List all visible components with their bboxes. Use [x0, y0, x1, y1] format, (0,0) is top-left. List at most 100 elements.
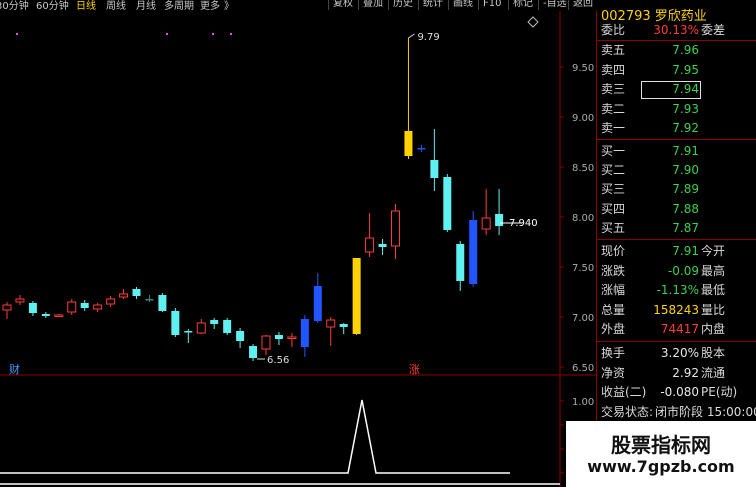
stat2-row-1-value: 2.92 [672, 365, 699, 380]
low-label: 6.56 [267, 355, 289, 366]
candle-body [430, 160, 439, 178]
stat2-row-0-label: 换手 [601, 346, 626, 360]
ask-row-2-label: 卖四 [601, 62, 626, 77]
candle-body [469, 220, 478, 284]
candle-body [236, 331, 245, 341]
candle-body [365, 237, 375, 253]
stat2-row-0-label2: 股本 [701, 346, 726, 360]
candle-body [249, 346, 258, 358]
bid-row-1-label: 买一 [601, 144, 626, 158]
signal-dot [212, 33, 214, 35]
stat-row-0-value: 7.91 [672, 244, 699, 258]
candle-body [417, 148, 426, 150]
candle-body [41, 314, 50, 316]
stat-row-0: 现价 7.91 今开 [597, 242, 756, 260]
stat2-row-2-label: 收益(二) [601, 385, 647, 399]
candle-body [391, 210, 400, 247]
ask-row-4: 卖二 7.93 [597, 100, 756, 118]
candle-body [145, 299, 154, 301]
bid-row-5: 买五 7.87 [597, 219, 756, 237]
marker-cai: 财 [9, 362, 20, 376]
ask-row-2: 卖四 7.95 [597, 61, 756, 79]
candle-body [313, 286, 322, 321]
tab-period-0[interactable]: 30分钟 [0, 0, 29, 11]
stat-row-3-label2: 量比 [701, 302, 726, 317]
candle-body [2, 304, 12, 311]
bid-row-3-value: 7.89 [672, 182, 699, 197]
candle-body [196, 322, 206, 334]
tab-period-5[interactable]: 多周期 [164, 0, 194, 11]
toolbar-button-5[interactable]: F10 [478, 0, 505, 10]
stat-row-3-label: 总量 [601, 302, 626, 317]
candle-body [481, 217, 491, 230]
candle-body [158, 295, 167, 311]
lower-y-tick-label: 1.00 [572, 397, 594, 408]
y-tick-label: 8.50 [572, 163, 594, 174]
divider [597, 341, 756, 342]
indicator-line [0, 399, 510, 474]
ask-row-5: 卖一 7.92 [597, 119, 756, 137]
divider [597, 139, 756, 140]
toolbar-button-0[interactable]: 复权 [328, 0, 357, 10]
stat-row-3-value: 158243 [653, 302, 699, 317]
stat-row-3: 总量 158243 量比 [597, 301, 756, 319]
candle-body [80, 303, 89, 308]
ask-row-4-label: 卖二 [601, 101, 626, 116]
ask-row-4-value: 7.93 [672, 101, 699, 116]
bid-row-1: 买一 7.91 [597, 142, 756, 160]
candle-body [15, 298, 25, 303]
current-price-label: 7.940 [509, 218, 538, 229]
stat-row-2-value: -1.13% [656, 283, 699, 297]
stat-row-2: 涨幅 -1.13% 最低 [597, 281, 756, 299]
weibi-row: 委比 30.13% 委差 [597, 21, 756, 39]
toolbar-button-6[interactable]: 标记 [508, 0, 537, 10]
toolbar-button-8[interactable]: 返回 [568, 0, 597, 10]
toolbar-button-1[interactable]: 叠加 [358, 0, 387, 10]
stat-row-1: 涨跌 -0.09 最高 [597, 262, 756, 280]
bid-row-5-label: 买五 [601, 220, 626, 235]
stat2-row-2-value: -0.080 [660, 385, 699, 399]
tab-period-1[interactable]: 60分钟 [36, 0, 69, 11]
y-tick-label: 7.00 [572, 313, 594, 324]
tab-period-3[interactable]: 周线 [106, 0, 126, 11]
candle-body [378, 244, 387, 247]
candle-body [54, 314, 64, 317]
tab-period-2[interactable]: 日线 [76, 0, 96, 11]
trade-status-label: 交易状态: [601, 405, 654, 419]
candle-body [326, 319, 336, 328]
stat-row-4-label: 外盘 [601, 322, 626, 336]
high-pointer [408, 33, 415, 39]
high-label: 9.79 [417, 32, 439, 43]
tab-period-4[interactable]: 月线 [136, 0, 156, 11]
bid-row-5-value: 7.87 [672, 220, 699, 235]
stat-row-4: 外盘 74417 内盘 [597, 320, 756, 338]
candle-body [443, 177, 452, 230]
signal-dot [16, 33, 18, 35]
candle-body [456, 244, 465, 281]
candle-body [223, 320, 232, 333]
tab-period-6[interactable]: 更多 [200, 0, 220, 11]
bid-row-4-value: 7.88 [672, 201, 699, 216]
candle-body [274, 335, 283, 339]
tab-period-7[interactable]: 》 [224, 0, 234, 11]
candle-body [132, 289, 141, 296]
kline-chart[interactable]: 9.509.008.508.007.507.006.501.000.750.50… [0, 11, 596, 487]
candle-body [93, 304, 103, 310]
candle-body [300, 319, 309, 347]
weibi-row-value: 30.13% [653, 23, 699, 37]
bid-row-4-label: 买四 [601, 201, 626, 216]
y-tick-label: 9.50 [572, 63, 594, 74]
watermark: 股票指标网 www.7gpzb.com [566, 421, 756, 487]
toolbar-button-2[interactable]: 历史 [388, 0, 417, 10]
trade-status-row: 交易状态: 闭市阶段 15:00:00 [597, 403, 756, 421]
trade-status-value: 闭市阶段 15:00:00 [655, 405, 756, 419]
y-tick-label: 7.50 [572, 263, 594, 274]
toolbar-button-4[interactable]: 画线 [448, 0, 477, 10]
candle-body [28, 303, 37, 313]
toolbar-button-3[interactable]: 统计 [418, 0, 447, 10]
candle-body [404, 131, 413, 156]
stat2-row-0-value: 3.20% [660, 346, 699, 360]
bid-row-1-value: 7.91 [672, 144, 699, 158]
diamond-icon [527, 16, 539, 28]
toolbar-button-7[interactable]: -自选 [538, 0, 571, 10]
